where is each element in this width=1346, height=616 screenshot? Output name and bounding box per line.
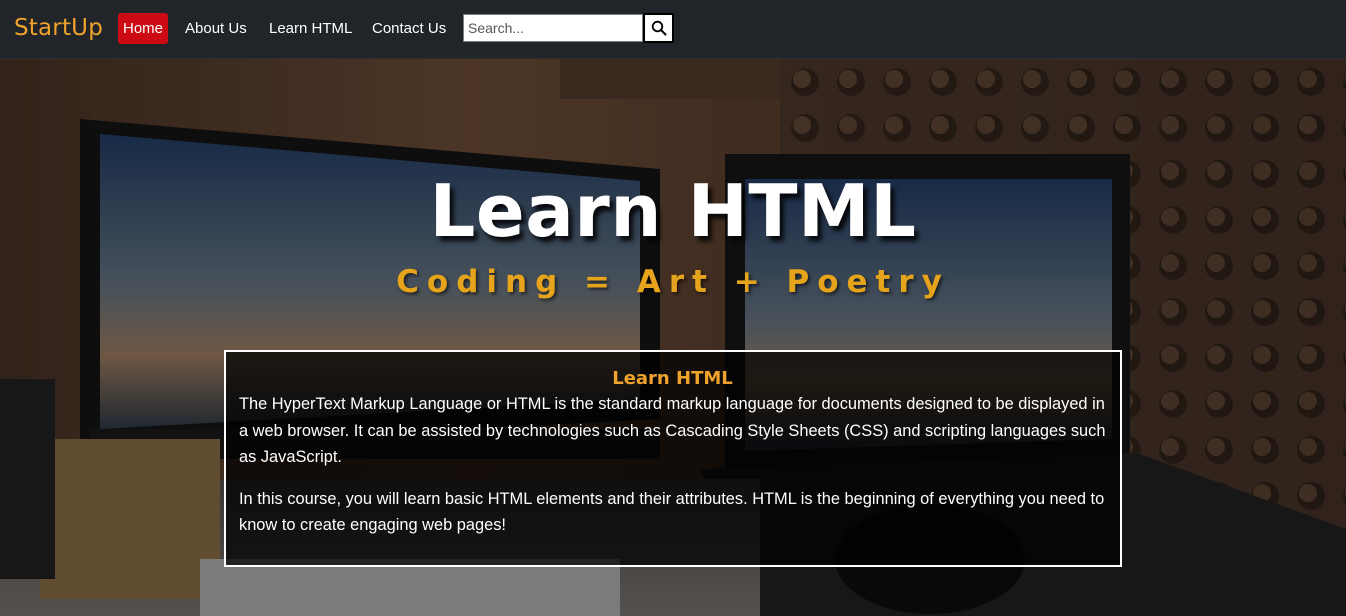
info-paragraph: In this course, you will learn basic HTM… (239, 489, 1105, 535)
top-navbar: StartUp Home About Us Learn HTML Contact… (0, 0, 1346, 59)
hero-subtitle: Coding = Art + Poetry (396, 264, 950, 300)
hero-section: Learn HTML Coding = Art + Poetry Learn H… (0, 59, 1346, 616)
info-box-title: Learn HTML (612, 368, 733, 389)
course-info-box: Learn HTML The HyperText Markup Language… (224, 350, 1122, 567)
info-paragraph: The HyperText Markup Language or HTML is… (239, 395, 1106, 466)
search-icon (651, 20, 666, 36)
search-input[interactable] (463, 14, 643, 42)
hero-title: Learn HTML (429, 169, 917, 253)
nav-link-learn-html[interactable]: Learn HTML (264, 13, 357, 44)
search-button[interactable] (643, 13, 674, 43)
brand-logo[interactable]: StartUp (14, 15, 103, 41)
nav-link-home[interactable]: Home (118, 13, 169, 44)
nav-link-about-us[interactable]: About Us (180, 13, 252, 44)
nav-link-contact-us[interactable]: Contact Us (367, 13, 451, 44)
